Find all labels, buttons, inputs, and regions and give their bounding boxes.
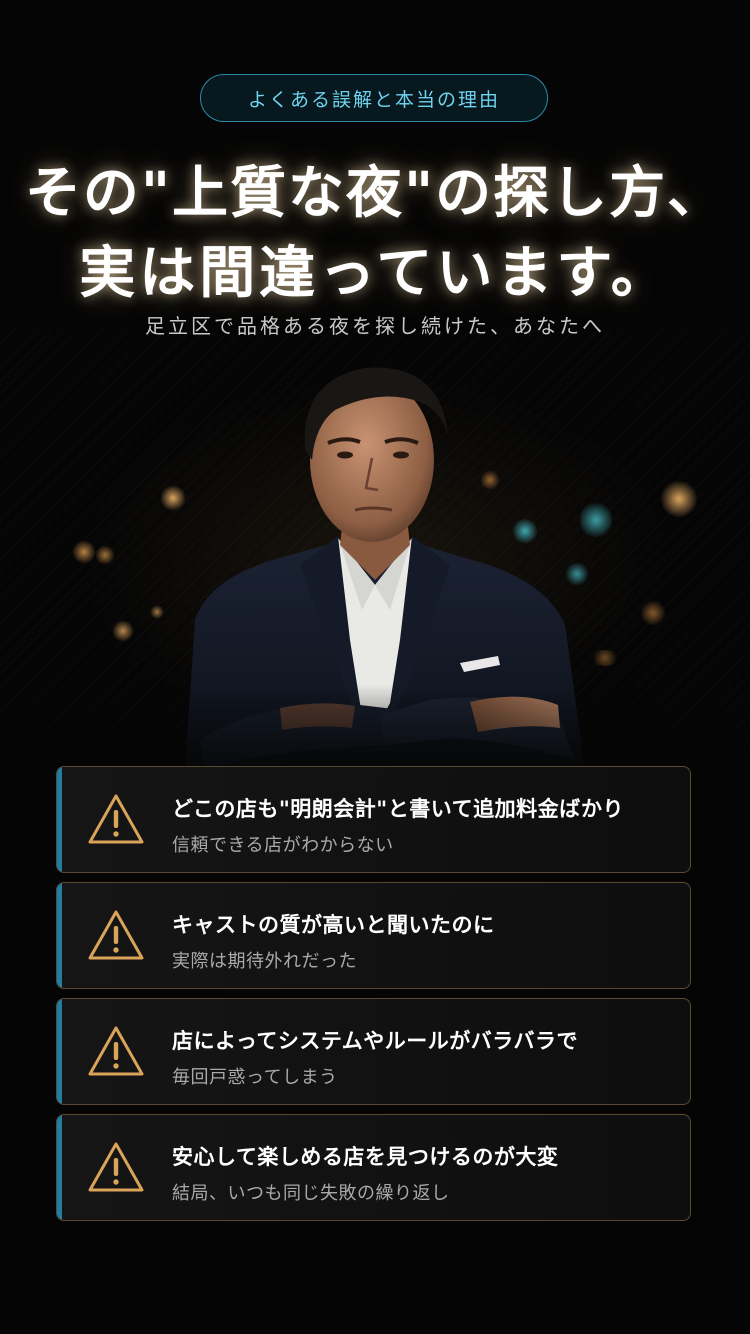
subheadline: 足立区で品格ある夜を探し続けた、あなたへ <box>145 314 605 338</box>
problem-list: どこの店も"明朗会計"と書いて追加料金ばかり 信頼できる店がわからない キャスト… <box>56 766 691 1230</box>
problem-detail: 毎回戸惑ってしまう <box>172 1067 338 1088</box>
problem-card: キャストの質が高いと聞いたのに 実際は期待外れだった <box>56 882 691 989</box>
problem-detail: 実際は期待外れだった <box>172 951 357 972</box>
headline-line-2: 実は間違っています。 <box>79 240 671 306</box>
problem-card: どこの店も"明朗会計"と書いて追加料金ばかり 信頼できる店がわからない <box>56 766 691 873</box>
problem-detail: 信頼できる店がわからない <box>172 835 394 856</box>
page: よくある誤解と本当の理由 その"上質な夜"の探し方、 実は間違っています。 足立… <box>0 0 750 1334</box>
headline-line-1: その"上質な夜"の探し方、 <box>24 160 726 226</box>
warning-icon <box>88 794 144 844</box>
card-accent-bar <box>57 1115 62 1220</box>
category-tag: よくある誤解と本当の理由 <box>200 74 548 122</box>
hero-photo <box>0 340 750 770</box>
warning-icon <box>88 1026 144 1076</box>
man-portrait <box>0 340 750 770</box>
card-accent-bar <box>57 767 62 872</box>
card-accent-bar <box>57 883 62 988</box>
warning-icon <box>88 910 144 960</box>
problem-title: どこの店も"明朗会計"と書いて追加料金ばかり <box>172 797 625 821</box>
problem-title: 店によってシステムやルールがバラバラで <box>172 1029 578 1053</box>
warning-icon <box>88 1142 144 1192</box>
problem-detail: 結局、いつも同じ失敗の繰り返し <box>172 1183 450 1204</box>
problem-card: 安心して楽しめる店を見つけるのが大変 結局、いつも同じ失敗の繰り返し <box>56 1114 691 1221</box>
problem-title: 安心して楽しめる店を見つけるのが大変 <box>172 1145 559 1169</box>
category-tag-label: よくある誤解と本当の理由 <box>247 88 500 111</box>
card-accent-bar <box>57 999 62 1104</box>
problem-card: 店によってシステムやルールがバラバラで 毎回戸惑ってしまう <box>56 998 691 1105</box>
problem-title: キャストの質が高いと聞いたのに <box>172 913 495 937</box>
